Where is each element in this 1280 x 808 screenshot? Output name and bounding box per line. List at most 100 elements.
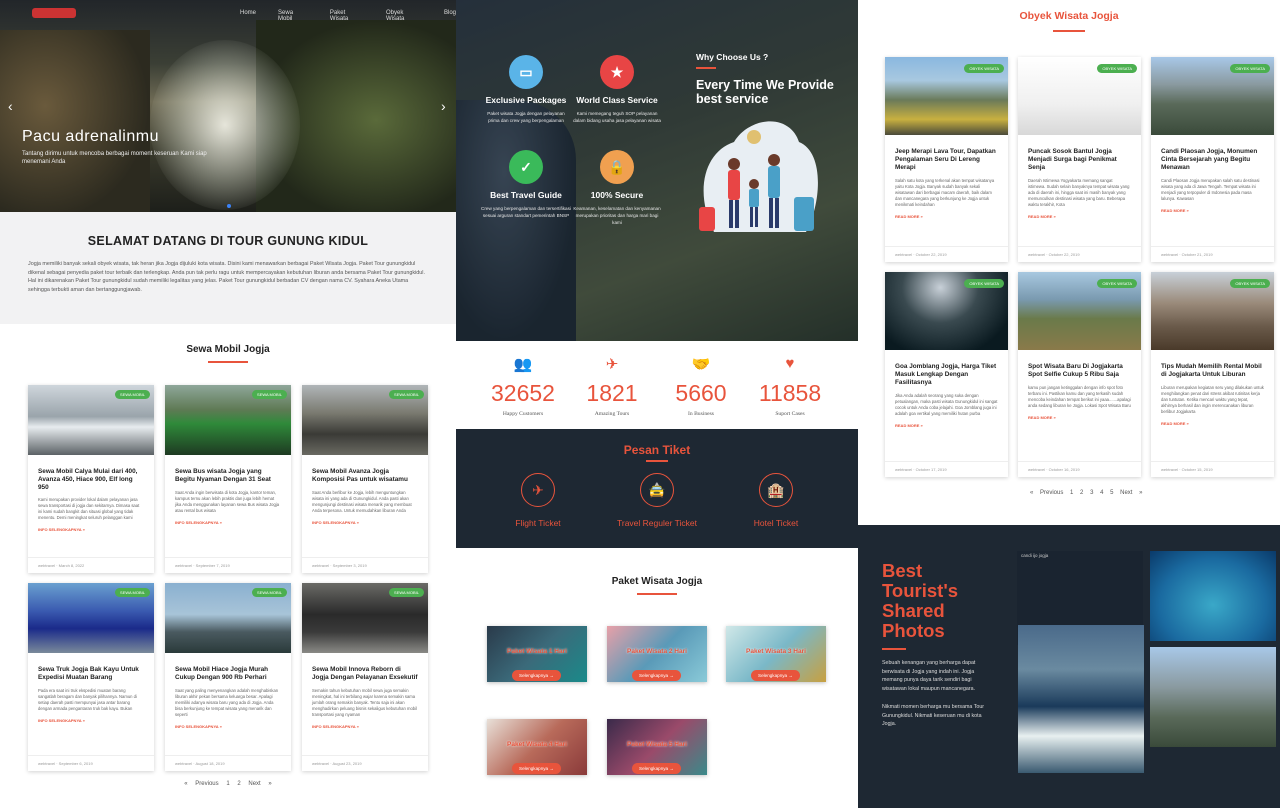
post-title[interactable]: Sewa Mobil Hiace Jogja Murah Cukup Denga… — [165, 653, 291, 682]
post-image[interactable]: OBYEK WISATA — [1018, 57, 1141, 135]
post-image[interactable]: OBYEK WISATA — [1151, 272, 1274, 350]
read-more-link[interactable]: READ MORE » — [1151, 415, 1274, 426]
post-image[interactable]: OBYEK WISATA — [885, 57, 1008, 135]
post-image[interactable]: SEWA MOBIL — [302, 583, 428, 653]
ticket-label[interactable]: Flight Ticket — [478, 518, 598, 528]
read-more-link[interactable]: READ MORE » — [1018, 409, 1141, 420]
site-logo[interactable] — [32, 8, 76, 18]
category-badge[interactable]: SEWA MOBIL — [115, 390, 150, 399]
post-card[interactable]: SEWA MOBIL Sewa Bus wisata Jogja yang Be… — [165, 385, 291, 573]
post-image[interactable]: OBYEK WISATA — [1151, 57, 1274, 135]
pager-page[interactable]: 1 — [226, 781, 229, 787]
paket-card[interactable]: Paket Wisata 5 Hari Selengkapnya → — [607, 719, 707, 775]
category-badge[interactable]: SEWA MOBIL — [115, 588, 150, 597]
hotel-icon[interactable]: 🏨 — [759, 473, 793, 507]
pager-prev[interactable]: « Previous — [1030, 490, 1063, 496]
read-more-link[interactable]: INFO SELENGKAPNYA » — [165, 514, 291, 525]
ticket-flight[interactable]: ✈ Flight Ticket — [478, 473, 598, 528]
gallery-photo[interactable] — [1150, 551, 1276, 641]
pager-page[interactable]: 5 — [1110, 490, 1113, 496]
post-image[interactable]: OBYEK WISATA — [885, 272, 1008, 350]
nav-item[interactable]: Sewa Mobil — [278, 10, 308, 22]
post-card[interactable]: SEWA MOBIL Sewa Mobil Hiace Jogja Murah … — [165, 583, 291, 771]
category-badge[interactable]: SEWA MOBIL — [252, 390, 287, 399]
slider-dot[interactable] — [227, 204, 231, 208]
category-badge[interactable]: OBYEK WISATA — [964, 64, 1004, 73]
pager-page[interactable]: 1 — [1070, 490, 1073, 496]
taxi-icon[interactable]: 🚖 — [640, 473, 674, 507]
category-badge[interactable]: OBYEK WISATA — [1230, 279, 1270, 288]
airplane-icon[interactable]: ✈ — [521, 473, 555, 507]
paket-card[interactable]: Paket Wisata 4 Hari Selengkapnya → — [487, 719, 587, 775]
slider-next-icon[interactable]: › — [441, 98, 446, 114]
post-title[interactable]: Candi Plaosan Jogja, Monumen Cinta Berse… — [1151, 135, 1274, 172]
ticket-label[interactable]: Hotel Ticket — [716, 518, 836, 528]
post-card[interactable]: OBYEK WISATA Puncak Sosok Bantul Jogja M… — [1018, 57, 1141, 262]
slider-prev-icon[interactable]: ‹ — [8, 98, 13, 114]
ticket-hotel[interactable]: 🏨 Hotel Ticket — [716, 473, 836, 528]
post-image[interactable]: SEWA MOBIL — [165, 583, 291, 653]
paket-card[interactable]: Paket Wisata 2 Hari Selengkapnya → — [607, 626, 707, 682]
post-card[interactable]: SEWA MOBIL Sewa Truk Jogja Bak Kayu Untu… — [28, 583, 154, 771]
nav-item[interactable]: Blog — [444, 10, 456, 22]
post-card[interactable]: SEWA MOBIL Sewa Mobil Innova Reborn di J… — [302, 583, 428, 771]
post-image[interactable]: OBYEK WISATA — [1018, 272, 1141, 350]
post-image[interactable]: SEWA MOBIL — [28, 385, 154, 455]
post-image[interactable]: SEWA MOBIL — [28, 583, 154, 653]
read-more-link[interactable]: READ MORE » — [885, 208, 1008, 219]
post-image[interactable]: SEWA MOBIL — [165, 385, 291, 455]
selengkapnya-button[interactable]: Selengkapnya → — [512, 670, 561, 681]
selengkapnya-button[interactable]: Selengkapnya → — [512, 763, 561, 774]
read-more-link[interactable]: READ MORE » — [1018, 208, 1141, 219]
post-title[interactable]: Sewa Mobil Avanza Jogja Komposisi Pas un… — [302, 455, 428, 484]
selengkapnya-button[interactable]: Selengkapnya → — [751, 670, 800, 681]
post-card[interactable]: OBYEK WISATA Candi Plaosan Jogja, Monume… — [1151, 57, 1274, 262]
nav-item[interactable]: Obyek Wisata — [386, 10, 422, 22]
post-title[interactable]: Sewa Mobil Innova Reborn di Jogja Dengan… — [302, 653, 428, 682]
selengkapnya-button[interactable]: Selengkapnya → — [632, 670, 681, 681]
paket-card[interactable]: Paket Wisata 3 Hari Selengkapnya → — [726, 626, 826, 682]
read-more-link[interactable]: INFO SELENGKAPNYA » — [165, 718, 291, 729]
pager-page[interactable]: 3 — [1090, 490, 1093, 496]
read-more-link[interactable]: INFO SELENGKAPNYA » — [28, 521, 154, 532]
category-badge[interactable]: SEWA MOBIL — [389, 588, 424, 597]
category-badge[interactable]: OBYEK WISATA — [1230, 64, 1270, 73]
pager-page[interactable]: 2 — [1080, 490, 1083, 496]
read-more-link[interactable]: INFO SELENGKAPNYA » — [302, 718, 428, 729]
post-card[interactable]: OBYEK WISATA Jeep Merapi Lava Tour, Dapa… — [885, 57, 1008, 262]
read-more-link[interactable]: READ MORE » — [1151, 202, 1274, 213]
pager-next[interactable]: Next » — [1120, 490, 1142, 496]
category-badge[interactable]: SEWA MOBIL — [252, 588, 287, 597]
category-badge[interactable]: SEWA MOBIL — [389, 390, 424, 399]
post-card[interactable]: SEWA MOBIL Sewa Mobil Calya Mulai dari 4… — [28, 385, 154, 573]
category-badge[interactable]: OBYEK WISATA — [964, 279, 1004, 288]
post-title[interactable]: Sewa Truk Jogja Bak Kayu Untuk Expedisi … — [28, 653, 154, 682]
gallery-photo[interactable] — [1018, 625, 1144, 773]
selengkapnya-button[interactable]: Selengkapnya → — [632, 763, 681, 774]
post-image[interactable]: SEWA MOBIL — [302, 385, 428, 455]
read-more-link[interactable]: INFO SELENGKAPNYA » — [28, 712, 154, 723]
pager-page[interactable]: 2 — [237, 781, 240, 787]
nav-item[interactable]: Home — [240, 10, 256, 22]
post-card[interactable]: OBYEK WISATA Spot Wisata Baru Di Jogjaka… — [1018, 272, 1141, 477]
post-card[interactable]: SEWA MOBIL Sewa Mobil Avanza Jogja Kompo… — [302, 385, 428, 573]
read-more-link[interactable]: INFO SELENGKAPNYA » — [302, 514, 428, 525]
post-title[interactable]: Puncak Sosok Bantul Jogja Menjadi Surga … — [1018, 135, 1141, 172]
post-card[interactable]: OBYEK WISATA Goa Jomblang Jogja, Harga T… — [885, 272, 1008, 477]
post-title[interactable]: Sewa Mobil Calya Mulai dari 400, Avanza … — [28, 455, 154, 491]
ticket-travel[interactable]: 🚖 Travel Reguler Ticket — [597, 473, 717, 528]
nav-item[interactable]: Paket Wisata — [330, 10, 364, 22]
read-more-link[interactable]: READ MORE » — [885, 417, 1008, 428]
category-badge[interactable]: OBYEK WISATA — [1097, 64, 1137, 73]
post-title[interactable]: Goa Jomblang Jogja, Harga Tiket Masuk Le… — [885, 350, 1008, 387]
post-card[interactable]: OBYEK WISATA Tips Mudah Memilih Rental M… — [1151, 272, 1274, 477]
pager-next[interactable]: Next » — [248, 781, 271, 787]
paket-card[interactable]: Paket Wisata 1 Hari Selengkapnya → — [487, 626, 587, 682]
category-badge[interactable]: OBYEK WISATA — [1097, 279, 1137, 288]
post-title[interactable]: Jeep Merapi Lava Tour, Dapatkan Pengalam… — [885, 135, 1008, 172]
pager-page[interactable]: 4 — [1100, 490, 1103, 496]
post-title[interactable]: Tips Mudah Memilih Rental Mobil di Jogja… — [1151, 350, 1274, 379]
post-title[interactable]: Sewa Bus wisata Jogja yang Begitu Nyaman… — [165, 455, 291, 484]
gallery-photo[interactable] — [1150, 647, 1276, 747]
post-title[interactable]: Spot Wisata Baru Di Jogjakarta Spot Self… — [1018, 350, 1141, 379]
